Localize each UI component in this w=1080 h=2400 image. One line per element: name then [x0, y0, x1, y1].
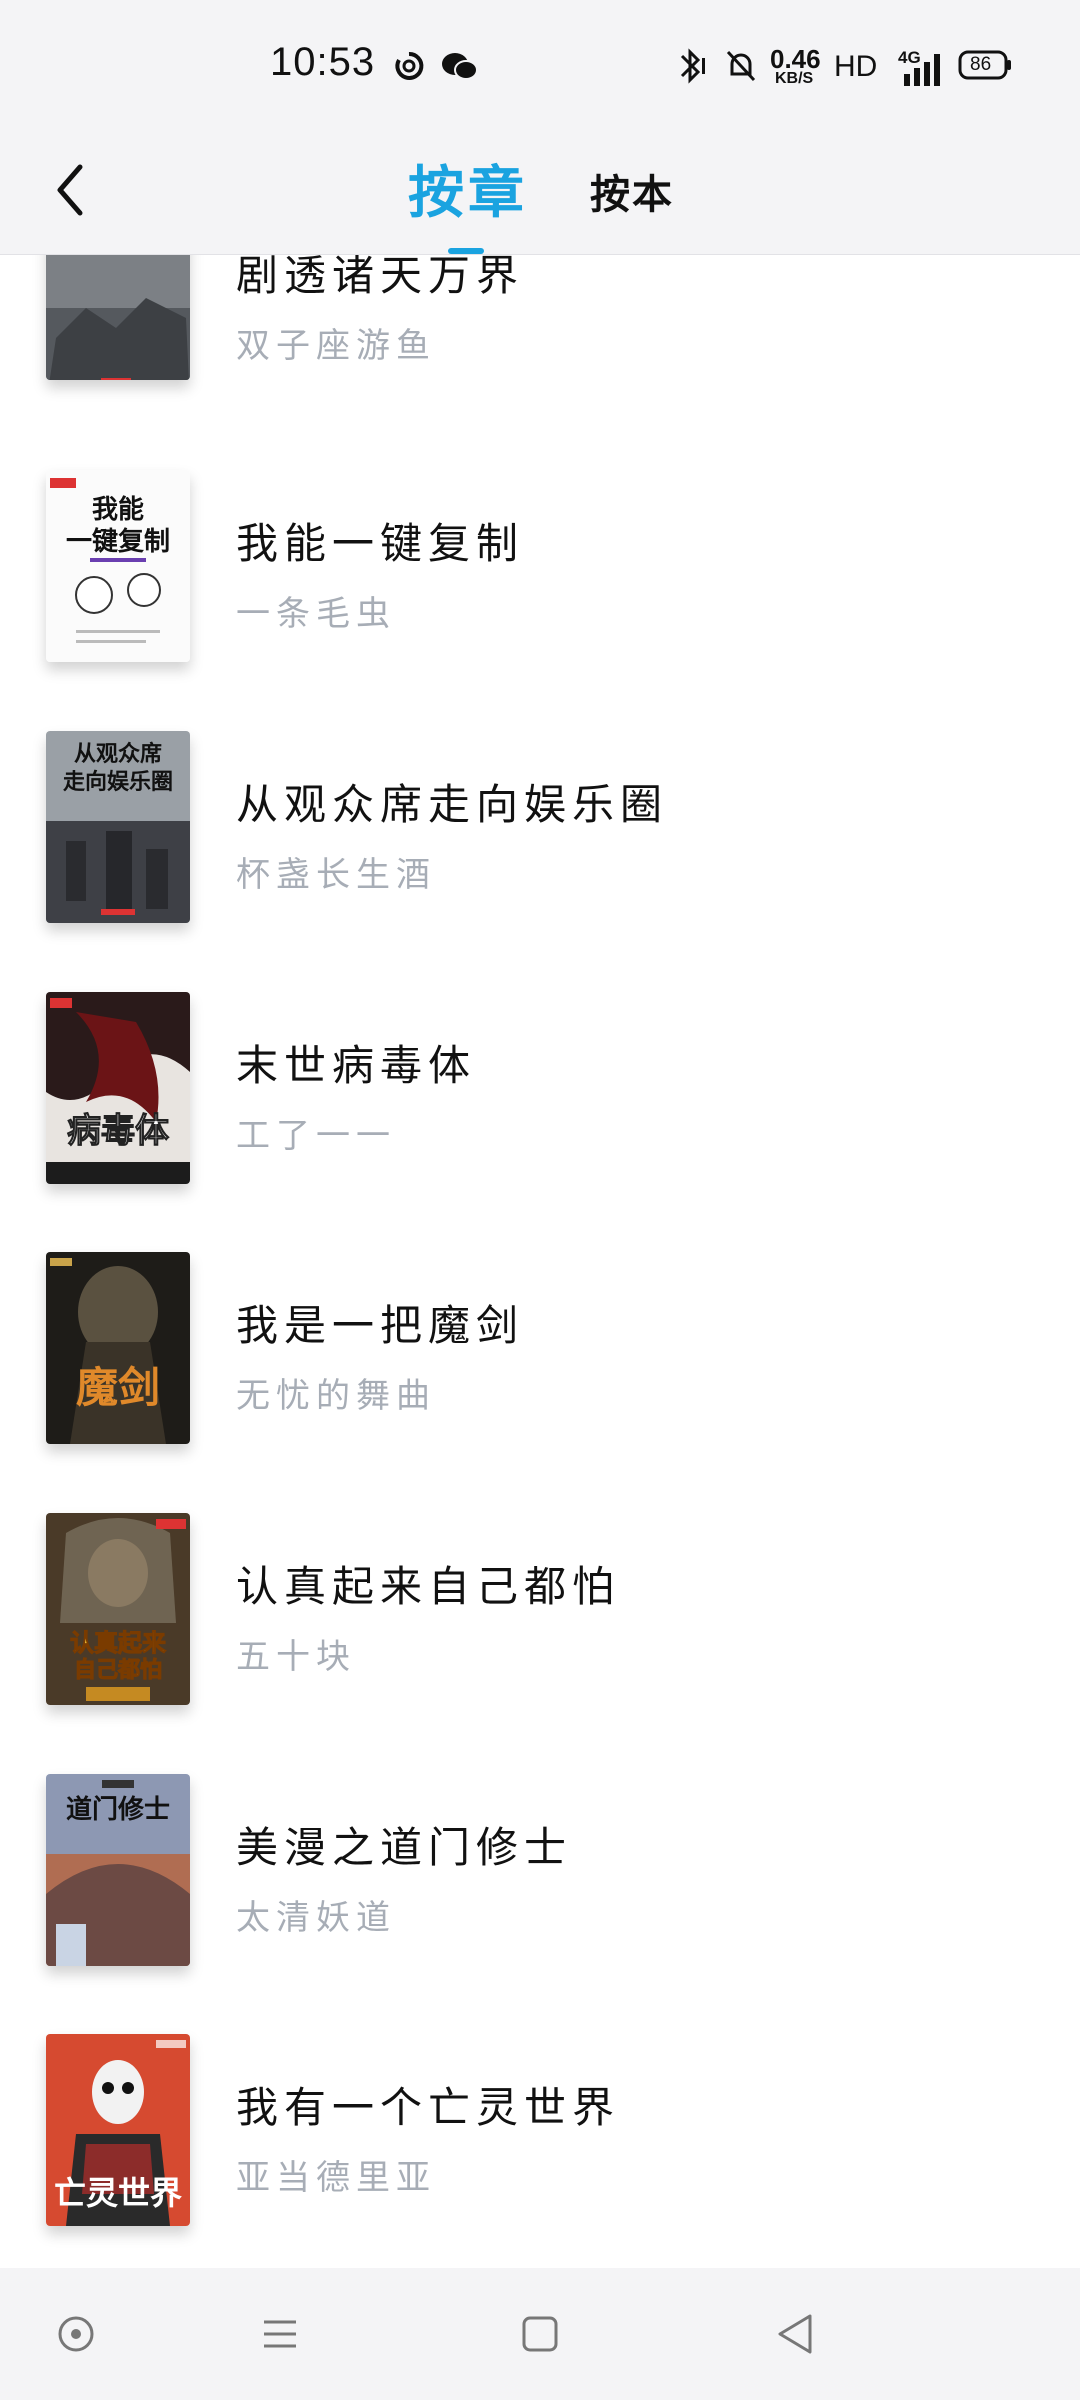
list-item[interactable]: 我能 一键复制 我能一键复制 一条毛虫 — [0, 470, 1080, 730]
svg-text:亡灵世界: 亡灵世界 — [54, 2174, 182, 2212]
list-item[interactable]: 从观众席 走向娱乐圈 从观众席走向娱乐圈 杯盏长生酒 — [0, 731, 1080, 991]
bluetooth-icon — [674, 46, 710, 86]
list-item[interactable]: 认真起来 自己都怕 认真起来自己都怕 五十块 — [0, 1513, 1080, 1773]
book-title: 我是一把魔剑 — [236, 1301, 525, 1350]
book-cover[interactable]: 亡灵世界 — [46, 2034, 190, 2226]
battery-level: 86 — [970, 54, 992, 75]
list-item[interactable]: 病毒体 末世病毒体 工了一一 — [0, 992, 1080, 1252]
home-button[interactable] — [510, 2306, 570, 2366]
speed-unit: KB/S — [775, 70, 814, 87]
list-item[interactable]: 魔剑 我是一把魔剑 无忧的舞曲 — [0, 1252, 1080, 1512]
home-icon — [520, 2314, 560, 2358]
mute-icon — [724, 46, 758, 86]
book-title: 认真起来自己都怕 — [236, 1562, 621, 1611]
book-author: 工了一一 — [236, 1116, 396, 1156]
tab-indicator — [448, 248, 484, 254]
book-author: 双子座游鱼 — [236, 326, 436, 366]
book-cover[interactable]: 魔剑 — [46, 1252, 190, 1444]
svg-text:道门修士: 道门修士 — [66, 1794, 170, 1825]
book-cover[interactable]: 从观众席 走向娱乐圈 — [46, 731, 190, 923]
svg-text:走向娱乐圈: 走向娱乐圈 — [63, 769, 173, 795]
book-author: 一条毛虫 — [236, 594, 396, 634]
assistant-button[interactable] — [46, 2306, 106, 2366]
book-author: 杯盏长生酒 — [236, 855, 436, 895]
book-author: 无忧的舞曲 — [236, 1376, 436, 1416]
book-title: 我有一个亡灵世界 — [236, 2083, 621, 2132]
back-nav-button[interactable] — [766, 2306, 826, 2366]
book-cover[interactable]: 道门修士 — [46, 1774, 190, 1966]
menu-icon — [260, 2314, 300, 2358]
wechat-icon — [440, 46, 480, 86]
chevron-left-icon — [54, 163, 86, 221]
header: 按章 按本 — [0, 130, 1080, 255]
book-cover[interactable]: 病毒体 — [46, 992, 190, 1184]
svg-text:病毒体: 病毒体 — [67, 1111, 169, 1151]
list-item[interactable]: 亡灵世界 我有一个亡灵世界 亚当德里亚 — [0, 2034, 1080, 2268]
book-cover[interactable]: 我能 一键复制 — [46, 470, 190, 662]
book-cover[interactable]: 认真起来 自己都怕 — [46, 1513, 190, 1705]
book-title: 从观众席走向娱乐圈 — [236, 780, 669, 829]
book-title: 我能一键复制 — [236, 519, 525, 568]
book-author: 亚当德里亚 — [236, 2158, 436, 2198]
book-list[interactable]: 剧透诸天万界 双子座游鱼 我能 一键复制 我能一键复制 一条毛虫 从观众席 走向… — [0, 0, 1080, 2268]
book-author: 五十块 — [236, 1637, 356, 1677]
tab-by-book[interactable]: 按本 — [590, 162, 674, 220]
list-item[interactable]: 道门修士 美漫之道门修士 太清妖道 — [0, 1774, 1080, 2034]
book-author: 太清妖道 — [236, 1898, 396, 1938]
svg-text:认真起来: 认真起来 — [70, 1629, 167, 1657]
back-button[interactable] — [40, 160, 100, 224]
hd-indicator: HD — [834, 50, 878, 83]
svg-text:自己都怕: 自己都怕 — [74, 1657, 162, 1683]
book-title: 末世病毒体 — [236, 1041, 477, 1090]
system-nav-bar — [0, 2268, 1080, 2400]
back-icon — [774, 2312, 818, 2360]
svg-text:从观众席: 从观众席 — [74, 741, 162, 767]
netease-icon — [392, 46, 426, 86]
book-title: 美漫之道门修士 — [236, 1823, 573, 1872]
svg-text:我能: 我能 — [92, 494, 144, 525]
signal-icon — [900, 52, 946, 92]
assistant-icon — [56, 2314, 96, 2358]
svg-text:魔剑: 魔剑 — [76, 1363, 160, 1412]
status-time: 10:53 — [270, 40, 376, 84]
menu-button[interactable] — [250, 2306, 310, 2366]
svg-text:一键复制: 一键复制 — [66, 526, 170, 557]
tab-by-chapter[interactable]: 按章 — [408, 148, 528, 229]
status-bar: 10:53 0.46 KB/S HD 4G 86 — [0, 0, 1080, 130]
